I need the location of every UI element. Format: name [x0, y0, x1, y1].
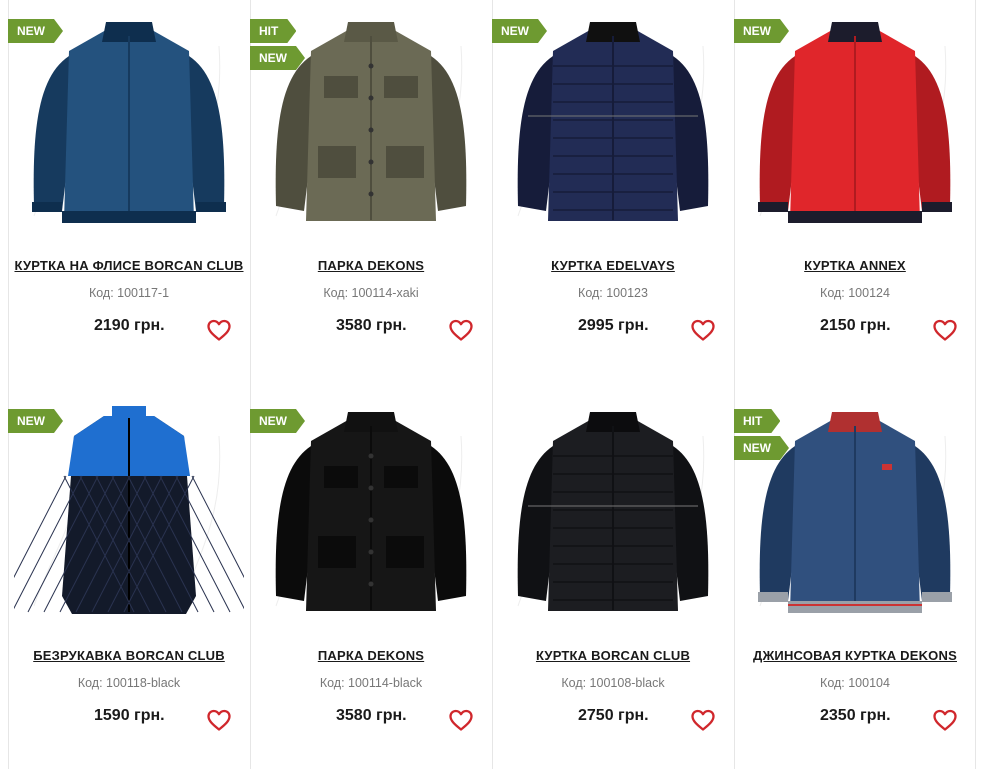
heart-icon[interactable] [932, 318, 958, 342]
product-price: 2150 грн. [820, 317, 891, 334]
heart-icon[interactable] [448, 708, 474, 732]
product-title-link[interactable]: БЕЗРУКАВКА BORCAN CLUB [8, 648, 250, 663]
badge: NEW [734, 19, 789, 43]
product-code: Код: 100123 [578, 286, 648, 300]
product-price: 2190 грн. [94, 317, 165, 334]
product-code: Код: 100118-black [77, 676, 181, 690]
product-code: Код: 100117-1 [88, 286, 170, 300]
product-card[interactable]: HIT NEW ПАРКА DEKONS Код: 100114-xaki 35… [250, 0, 492, 390]
product-price: 2750 грн. [578, 707, 649, 724]
badge: NEW [734, 436, 789, 460]
badge: HIT [250, 19, 296, 43]
heart-icon[interactable] [206, 318, 232, 342]
product-card[interactable]: NEW КУРТКА ANNEX Код: 100124 2150 грн. [734, 0, 976, 390]
heart-icon[interactable] [206, 708, 232, 732]
product-code: Код: 100108-black [561, 676, 665, 690]
product-grid: NEW КУРТКА НА ФЛИСЕ BORCAN CLUB Код: 100… [8, 0, 976, 769]
product-card[interactable]: NEW ПАРКА DEKONS Код: 100114-black 3580 … [250, 390, 492, 780]
badge: NEW [8, 19, 63, 43]
product-title-link[interactable]: ПАРКА DEKONS [250, 258, 492, 273]
badge: HIT [734, 409, 780, 433]
product-card[interactable]: HIT NEW ДЖИНСОВАЯ КУРТКА DEKONS Код: 100… [734, 390, 976, 780]
product-title-link[interactable]: КУРТКА НА ФЛИСЕ BORCAN CLUB [8, 258, 250, 273]
product-image[interactable] [740, 396, 970, 628]
product-card[interactable]: NEW КУРТКА НА ФЛИСЕ BORCAN CLUB Код: 100… [8, 0, 250, 390]
product-price: 3580 грн. [336, 317, 407, 334]
product-price: 3580 грн. [336, 707, 407, 724]
product-title-link[interactable]: ДЖИНСОВАЯ КУРТКА DEKONS [734, 648, 976, 663]
product-title-link[interactable]: ПАРКА DEKONS [250, 648, 492, 663]
heart-icon[interactable] [448, 318, 474, 342]
heart-icon[interactable] [690, 318, 716, 342]
product-price: 2350 грн. [820, 707, 891, 724]
badge: NEW [492, 19, 547, 43]
product-card[interactable]: NEW КУРТКА EDELVAYS Код: 100123 2995 грн… [492, 0, 734, 390]
heart-icon[interactable] [690, 708, 716, 732]
product-code: Код: 100114-black [319, 676, 423, 690]
product-code: Код: 100104 [820, 676, 890, 690]
badge: NEW [250, 409, 305, 433]
badge: NEW [250, 46, 305, 70]
product-title-link[interactable]: КУРТКА ANNEX [734, 258, 976, 273]
product-code: Код: 100114-xaki [323, 286, 419, 300]
product-code: Код: 100124 [820, 286, 890, 300]
badge: NEW [8, 409, 63, 433]
product-title-link[interactable]: КУРТКА EDELVAYS [492, 258, 734, 273]
heart-icon[interactable] [932, 708, 958, 732]
product-title-link[interactable]: КУРТКА BORCAN CLUB [492, 648, 734, 663]
product-card[interactable]: КУРТКА BORCAN CLUB Код: 100108-black 275… [492, 390, 734, 780]
product-image[interactable] [256, 6, 486, 238]
product-price: 1590 грн. [94, 707, 165, 724]
product-card[interactable]: NEW БЕЗРУКАВКА BORCAN CLUB Код: 100118-b… [8, 390, 250, 780]
product-image[interactable] [498, 396, 728, 628]
product-price: 2995 грн. [578, 317, 649, 334]
